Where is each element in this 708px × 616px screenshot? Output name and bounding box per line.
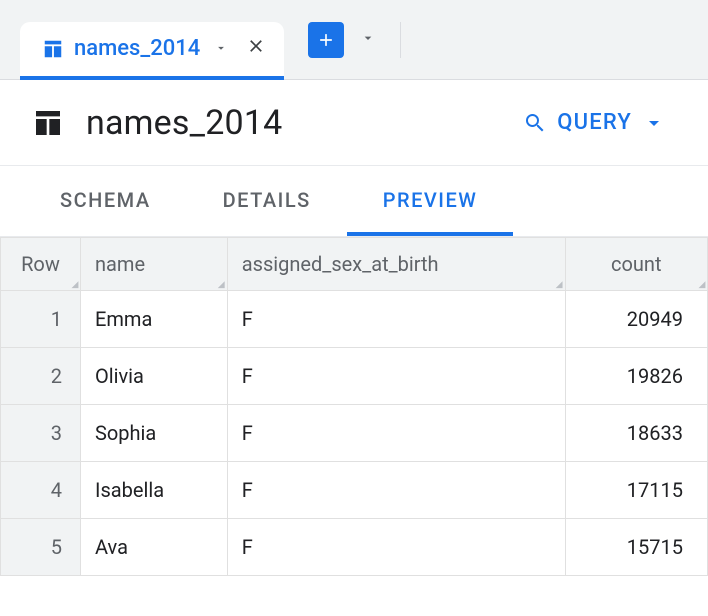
col-count[interactable]: count◢: [565, 238, 707, 291]
cell-name: Emma: [81, 291, 228, 348]
col-assigned-sex-at-birth[interactable]: assigned_sex_at_birth◢: [227, 238, 565, 291]
tab-details[interactable]: DETAILS: [187, 166, 347, 236]
tab-schema[interactable]: SCHEMA: [24, 166, 187, 236]
cell-sex: F: [227, 462, 565, 519]
cell-count: 19826: [565, 348, 707, 405]
tab-bar: names_2014: [0, 0, 708, 80]
col-name[interactable]: name◢: [81, 238, 228, 291]
table-row: 3SophiaF18633: [1, 405, 708, 462]
cell-count: 20949: [565, 291, 707, 348]
tab-label: names_2014: [74, 36, 200, 61]
cell-sex: F: [227, 519, 565, 576]
cell-name: Olivia: [81, 348, 228, 405]
cell-sex: F: [227, 291, 565, 348]
header: names_2014 QUERY: [0, 80, 708, 165]
cell-sex: F: [227, 405, 565, 462]
tabbar-actions: [308, 22, 401, 58]
table-header-row: Row◢ name◢ assigned_sex_at_birth◢ count◢: [1, 238, 708, 291]
tab-names-2014[interactable]: names_2014: [20, 22, 284, 80]
cell-name: Isabella: [81, 462, 228, 519]
query-button[interactable]: QUERY: [511, 102, 678, 143]
tab-preview[interactable]: PREVIEW: [347, 166, 514, 236]
cell-row: 5: [1, 519, 81, 576]
page-title: names_2014: [86, 103, 282, 143]
search-icon: [523, 111, 547, 135]
data-table: Row◢ name◢ assigned_sex_at_birth◢ count◢…: [0, 237, 708, 576]
table-row: 5AvaF15715: [1, 519, 708, 576]
cell-name: Ava: [81, 519, 228, 576]
table-row: 4IsabellaF17115: [1, 462, 708, 519]
chevron-down-icon: [642, 111, 666, 135]
cell-name: Sophia: [81, 405, 228, 462]
cell-count: 15715: [565, 519, 707, 576]
subtabs: SCHEMA DETAILS PREVIEW: [0, 165, 708, 237]
table-row: 2OliviaF19826: [1, 348, 708, 405]
cell-sex: F: [227, 348, 565, 405]
cell-count: 18633: [565, 405, 707, 462]
cell-row: 1: [1, 291, 81, 348]
cell-count: 17115: [565, 462, 707, 519]
divider: [400, 22, 401, 58]
cell-row: 4: [1, 462, 81, 519]
new-tab-dropdown-icon[interactable]: [354, 24, 382, 56]
new-tab-button[interactable]: [308, 22, 344, 58]
cell-row: 2: [1, 348, 81, 405]
tab-dropdown-icon[interactable]: [214, 36, 228, 61]
tab-close-icon[interactable]: [246, 36, 266, 62]
cell-row: 3: [1, 405, 81, 462]
query-button-label: QUERY: [557, 110, 632, 135]
table-row: 1EmmaF20949: [1, 291, 708, 348]
col-row[interactable]: Row◢: [1, 238, 81, 291]
table-icon: [42, 38, 64, 60]
table-icon: [32, 107, 64, 139]
